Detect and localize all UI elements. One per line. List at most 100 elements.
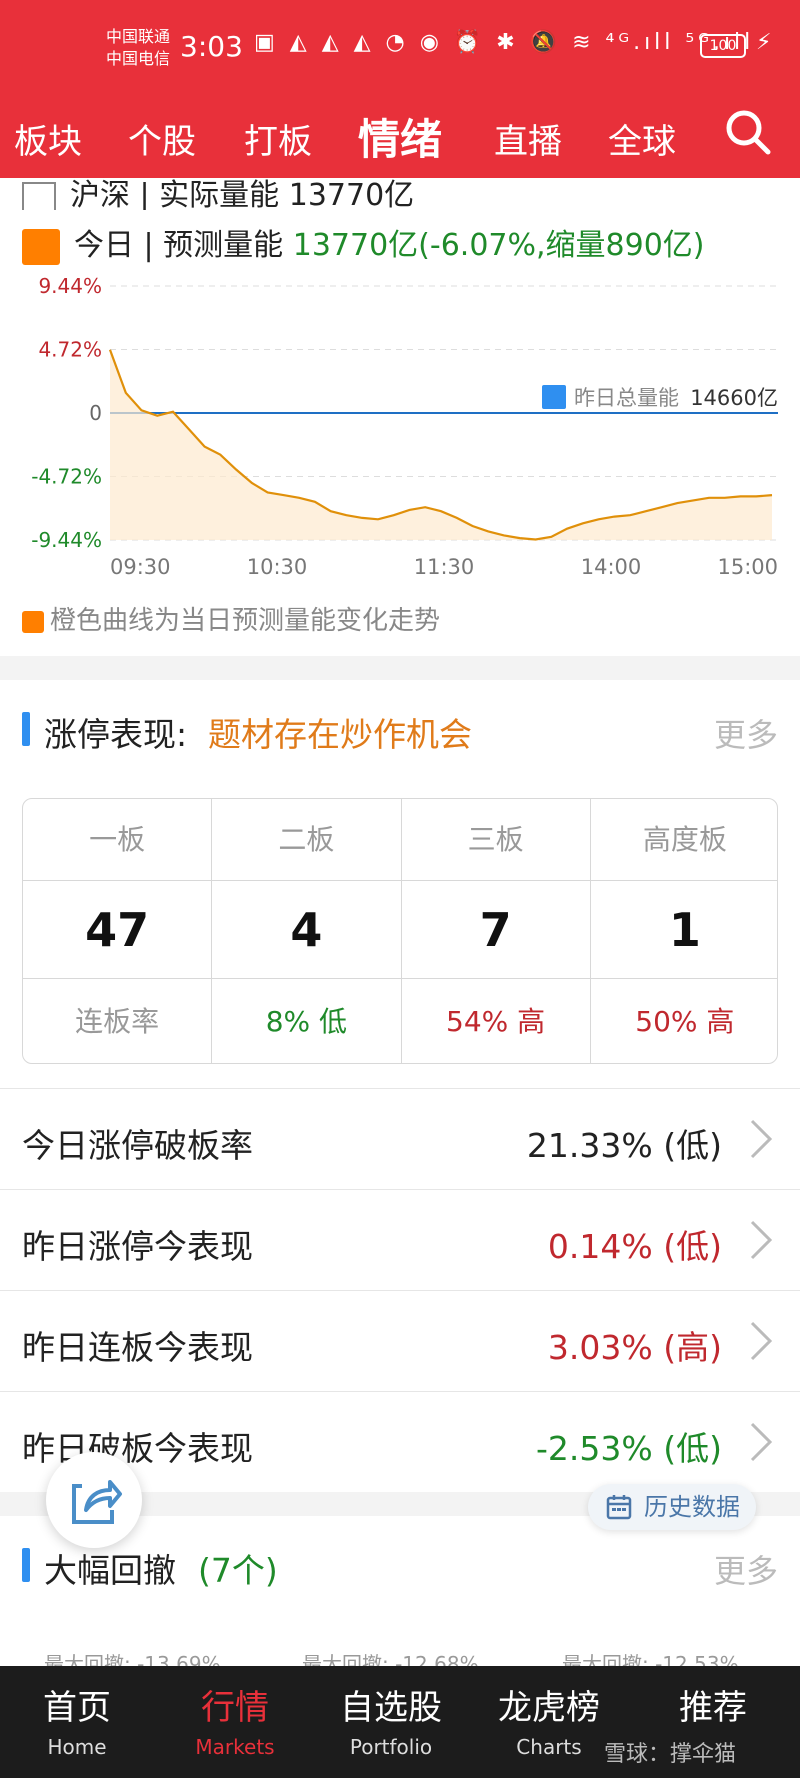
nav-home-sublabel: Home bbox=[47, 1735, 107, 1759]
yesterday-volume-label: 昨日总量能 bbox=[574, 386, 679, 410]
count-board-high[interactable]: 1 bbox=[591, 881, 777, 978]
predicted-volume-value: 13770亿(-6.07%,缩量890亿) bbox=[292, 228, 705, 263]
tab-sector[interactable]: 板块 bbox=[14, 114, 82, 163]
nav-markets-label: 行情 bbox=[201, 1688, 269, 1728]
stat-label: 今日涨停破板率 bbox=[22, 1126, 253, 1165]
stat-row-break-rate[interactable]: 今日涨停破板率 21.33% (低) bbox=[0, 1088, 800, 1188]
limit-up-board-table: 一板 二板 三板 高度板 47 4 7 1 连板率 8% 低 54% 高 50%… bbox=[22, 798, 778, 1064]
status-time: 3:03 bbox=[180, 30, 243, 63]
volume-chart: 9.44% 4.72% 0 -4.72% -9.44% 09:30 10:30 11:30 14… bbox=[31, 274, 778, 579]
y-tick-label: 4.72% bbox=[38, 338, 102, 362]
share-icon bbox=[72, 1480, 122, 1524]
section-accent-bar bbox=[22, 712, 30, 746]
actual-volume-row: 沪深 | 实际量能 13770亿 bbox=[22, 170, 414, 210]
tab-global[interactable]: 全球 bbox=[608, 114, 676, 163]
board-header-row: 一板 二板 三板 高度板 bbox=[23, 799, 777, 881]
drawdown-count: (7个) bbox=[198, 1551, 278, 1590]
board-count-row: 47 4 7 1 bbox=[23, 881, 777, 979]
nav-charts[interactable]: 龙虎榜 Charts bbox=[474, 1666, 624, 1778]
header-board-2: 二板 bbox=[212, 799, 402, 880]
x-tick-label: 10:30 bbox=[247, 555, 308, 579]
y-tick-label: -9.44% bbox=[31, 528, 102, 552]
chevron-right-icon bbox=[750, 1220, 773, 1260]
y-tick-label: 9.44% bbox=[38, 274, 102, 298]
header-board-3: 三板 bbox=[402, 799, 591, 880]
actual-volume-label: 沪深 | 实际量能 bbox=[70, 178, 280, 210]
app-header: 中国联通 中国电信 3:03 ▣ ◭ ◭ ◭ ◔ ◉ ⏰ ✱ 🔕 ≋ ⁴ᴳ.ıl… bbox=[0, 0, 800, 178]
stat-value: 21.33% (低) bbox=[526, 1126, 722, 1165]
nav-charts-label: 龙虎榜 bbox=[498, 1688, 600, 1728]
stat-value: 0.14% (低) bbox=[547, 1227, 722, 1266]
section-accent-bar bbox=[22, 1548, 30, 1582]
battery-icon: 100 bbox=[700, 34, 746, 58]
status-icons: ▣ ◭ ◭ ◭ ◔ ◉ ⏰ ✱ 🔕 ≋ ⁴ᴳ.ıll ⁵ᴳ.ıll bbox=[254, 30, 755, 55]
share-button[interactable] bbox=[46, 1452, 142, 1548]
predicted-volume-label: 今日 | 预测量能 bbox=[74, 228, 284, 263]
x-tick-label: 09:30 bbox=[110, 555, 171, 579]
carrier-2: 中国电信 bbox=[106, 49, 171, 68]
chevron-right-icon bbox=[750, 1422, 773, 1462]
actual-volume-value: 13770亿 bbox=[288, 178, 415, 210]
nav-portfolio-label: 自选股 bbox=[340, 1688, 442, 1728]
calendar-icon bbox=[606, 1495, 632, 1520]
history-data-label: 历史数据 bbox=[644, 1493, 740, 1521]
status-bar: 中国联通 中国电信 3:03 ▣ ◭ ◭ ◭ ◔ ◉ ⏰ ✱ 🔕 ≋ ⁴ᴳ.ıl… bbox=[0, 0, 800, 96]
stat-value: -2.53% (低) bbox=[536, 1429, 722, 1468]
count-board-1[interactable]: 47 bbox=[23, 881, 213, 978]
orange-legend-icon bbox=[22, 610, 44, 633]
nav-home-label: 首页 bbox=[43, 1688, 111, 1728]
rate-label: 连板率 bbox=[23, 979, 213, 1063]
actual-volume-legend-icon bbox=[22, 181, 56, 210]
drawdown-more-link[interactable]: 更多 bbox=[714, 1546, 778, 1592]
chart-note-text: 橙色曲线为当日预测量能变化走势 bbox=[50, 606, 441, 636]
chevron-right-icon bbox=[750, 1321, 773, 1361]
x-tick-label: 11:30 bbox=[414, 555, 475, 579]
history-data-button[interactable]: 历史数据 bbox=[588, 1484, 756, 1530]
x-tick-label: 15:00 bbox=[717, 555, 778, 579]
limit-up-header: 涨停表现: 题材存在炒作机会 更多 bbox=[0, 680, 800, 776]
nav-recommend-label: 推荐 bbox=[679, 1688, 747, 1728]
nav-home[interactable]: 首页 Home bbox=[2, 1666, 152, 1778]
nav-portfolio-sublabel: Portfolio bbox=[349, 1735, 433, 1759]
stat-row-yesterday-consecutive[interactable]: 昨日连板今表现 3.03% (高) bbox=[0, 1290, 800, 1390]
stat-row-yesterday-limit-up[interactable]: 昨日涨停今表现 0.14% (低) bbox=[0, 1189, 800, 1289]
header-board-high: 高度板 bbox=[642, 823, 727, 856]
tab-sentiment[interactable]: 情绪 bbox=[358, 106, 442, 167]
tab-stocks[interactable]: 个股 bbox=[128, 114, 196, 163]
stat-label: 昨日连板今表现 bbox=[22, 1328, 253, 1367]
tab-live[interactable]: 直播 bbox=[494, 114, 562, 163]
rate-board-3: 54% 高 bbox=[402, 979, 591, 1063]
yesterday-volume-legend-icon bbox=[542, 385, 566, 409]
y-tick-label: -4.72% bbox=[31, 465, 102, 489]
nav-markets[interactable]: 行情 Markets bbox=[160, 1666, 310, 1778]
watermark: 雪球：撑伞猫 bbox=[604, 1742, 737, 1767]
drawdown-title: 大幅回撤 bbox=[44, 1551, 176, 1590]
count-board-2[interactable]: 4 bbox=[212, 881, 402, 978]
charging-icon: ⚡ bbox=[756, 30, 772, 55]
app-root: 中国联通 中国电信 3:03 ▣ ◭ ◭ ◭ ◔ ◉ ⏰ ✱ 🔕 ≋ ⁴ᴳ.ıl… bbox=[0, 0, 800, 1778]
rate-board-high: 50% 高 bbox=[635, 1005, 735, 1038]
nav-markets-sublabel: Markets bbox=[195, 1735, 275, 1759]
y-tick-label: 0 bbox=[89, 401, 102, 425]
predicted-volume-row: 今日 | 预测量能 13770亿(-6.07%,缩量890亿) bbox=[22, 220, 705, 265]
stat-label: 昨日涨停今表现 bbox=[22, 1227, 253, 1266]
nav-portfolio[interactable]: 自选股 Portfolio bbox=[316, 1666, 466, 1778]
stat-value: 3.03% (高) bbox=[547, 1328, 722, 1367]
carrier-names: 中国联通 中国电信 bbox=[106, 26, 170, 70]
carrier-1: 中国联通 bbox=[106, 27, 171, 46]
limit-up-more-link[interactable]: 更多 bbox=[714, 710, 778, 756]
yesterday-volume-value: 14660亿 bbox=[690, 386, 778, 410]
count-board-3[interactable]: 7 bbox=[402, 881, 591, 978]
top-nav: 板块 个股 打板 情绪 直播 全球 bbox=[0, 100, 800, 172]
board-rate-row: 连板率 8% 低 54% 高 50% 高 bbox=[23, 979, 777, 1063]
rate-board-2: 8% 低 bbox=[212, 979, 402, 1063]
spacer bbox=[0, 1080, 800, 1088]
chart-note: 橙色曲线为当日预测量能变化走势 bbox=[22, 600, 440, 637]
limit-up-subtitle: 题材存在炒作机会 bbox=[208, 715, 472, 754]
tab-limit-up[interactable]: 打板 bbox=[244, 114, 312, 163]
section-divider bbox=[0, 656, 800, 680]
limit-up-title: 涨停表现: bbox=[44, 715, 188, 754]
search-icon[interactable] bbox=[724, 108, 772, 156]
predicted-volume-legend-icon bbox=[22, 228, 60, 265]
header-board-1: 一板 bbox=[23, 799, 213, 880]
